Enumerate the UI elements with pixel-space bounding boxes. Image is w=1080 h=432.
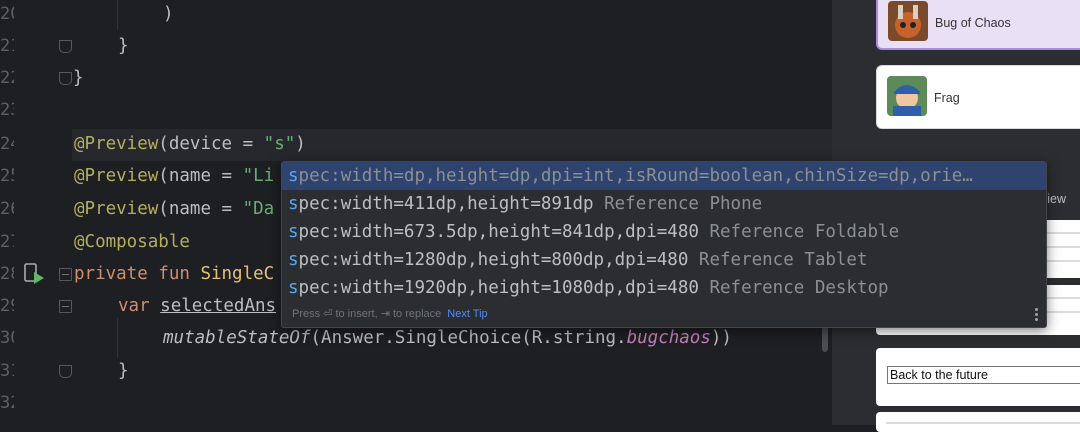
completion-item[interactable]: spec:width=411dp,height=891dp Reference … — [282, 190, 1046, 218]
preview-option-label: Back to the future — [887, 366, 1080, 384]
line-number: 31 — [0, 361, 14, 381]
line-number: 25 — [0, 166, 14, 186]
card-label: Frag — [934, 91, 960, 105]
line-number: 22 — [0, 68, 14, 88]
code-line-25[interactable]: @Preview(name = "Li — [74, 160, 274, 192]
code-line-29[interactable]: var selectedAns — [118, 290, 276, 322]
card-label: Bug of Chaos — [935, 16, 1011, 30]
line-number: 23 — [0, 100, 14, 120]
skeleton-line — [886, 422, 1080, 424]
preview-card-bug-of-chaos[interactable]: Bug of Chaos — [876, 0, 1080, 50]
code-line-27[interactable]: @Composable — [74, 226, 190, 258]
line-number: 26 — [0, 199, 14, 219]
character-avatar-icon — [888, 1, 928, 41]
preview-option-placeholder[interactable] — [876, 412, 1080, 432]
code-line-26[interactable]: @Preview(name = "Da — [74, 193, 274, 225]
completion-item[interactable]: spec:width=1280dp,height=800dp,dpi=480 R… — [282, 246, 1046, 274]
line-number: 29 — [0, 296, 14, 316]
completion-item[interactable]: spec:width=dp,height=dp,dpi=int,isRound=… — [282, 162, 1046, 190]
line-number: 20 — [0, 4, 14, 24]
indent-guide — [117, 0, 118, 30]
line-number: 21 — [0, 36, 14, 56]
line-number: 27 — [0, 232, 14, 252]
code-line-22[interactable]: } — [73, 62, 84, 94]
completion-item[interactable]: spec:width=1920dp,height=1080dp,dpi=480 … — [282, 274, 1046, 302]
fold-collapse-icon[interactable] — [59, 268, 72, 281]
line-number: 32 — [0, 393, 14, 413]
editor-gutter[interactable]: 20 21 22 23 24 25 26 27 28 29 30 31 32 — [0, 0, 72, 425]
line-number: 30 — [0, 328, 14, 348]
character-avatar-icon — [887, 76, 927, 116]
fold-end-icon[interactable] — [59, 365, 72, 378]
editor-scrollbar-thumb[interactable] — [822, 326, 828, 352]
line-number: 24 — [0, 134, 14, 154]
next-tip-link[interactable]: Next Tip — [447, 308, 487, 320]
more-options-icon[interactable] — [1035, 308, 1038, 323]
completion-footer-text: Press ⏎ to insert, ⇥ to replace — [292, 308, 442, 320]
line-number: 28 — [0, 264, 14, 284]
indent-guide — [117, 318, 118, 358]
completion-item[interactable]: spec:width=673.5dp,height=841dp,dpi=480 … — [282, 218, 1046, 246]
fold-end-icon[interactable] — [59, 72, 72, 85]
run-preview-icon[interactable] — [24, 262, 46, 286]
fold-collapse-icon[interactable] — [59, 300, 72, 313]
fold-end-icon[interactable] — [59, 40, 72, 53]
code-line-31[interactable]: } — [118, 355, 129, 387]
code-line-21[interactable]: } — [118, 30, 129, 62]
code-line-28[interactable]: private fun SingleC — [74, 258, 274, 290]
code-line-20[interactable]: ) — [163, 0, 174, 30]
code-line-24[interactable]: @Preview(device = "s") — [74, 128, 306, 160]
code-completion-popup[interactable]: spec:width=dp,height=dp,dpi=int,isRound=… — [281, 161, 1047, 328]
preview-card-frag[interactable]: Frag — [876, 65, 1080, 129]
completion-footer: Press ⏎ to insert, ⇥ to replace Next Tip — [292, 307, 488, 320]
